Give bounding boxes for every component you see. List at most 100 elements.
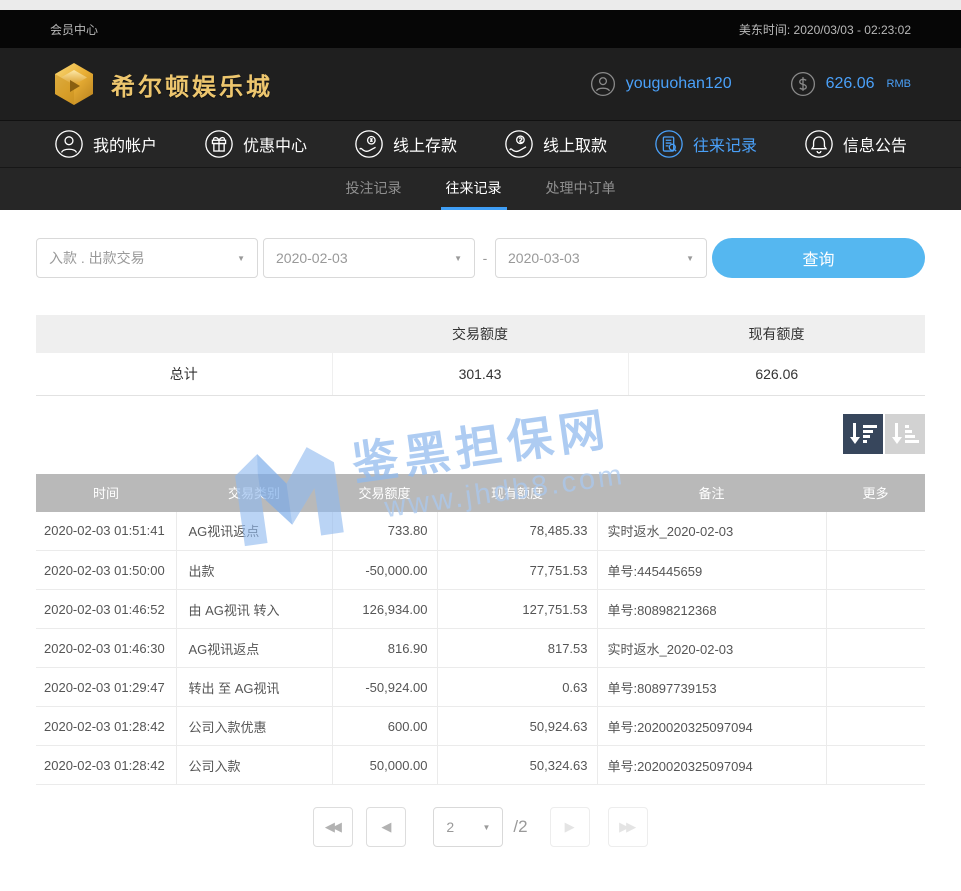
sort-descending-button[interactable]	[843, 414, 883, 454]
sort-descending-icon	[850, 423, 877, 445]
table-row: 2020-02-03 01:50:00出款-50,000.0077,751.53…	[36, 551, 925, 590]
col-header-more: 更多	[826, 474, 925, 512]
cell-remark: 单号:2020020325097094	[597, 707, 826, 746]
main-nav: 我的帐户 优惠中心 线上存款	[0, 120, 961, 167]
cell-balance: 77,751.53	[437, 551, 597, 590]
cell-type: 公司入款	[176, 746, 332, 785]
records-clipboard-icon	[654, 129, 684, 159]
page-total-label: /2	[513, 817, 527, 837]
chevron-down-icon: ▼	[237, 254, 245, 263]
dollar-icon	[790, 71, 816, 97]
transaction-type-value: 入款 . 出款交易	[49, 248, 145, 268]
summary-header-blank	[36, 315, 332, 353]
cell-remark: 实时返水_2020-02-03	[597, 629, 826, 668]
cell-more	[826, 512, 925, 551]
table-row: 2020-02-03 01:51:41AG视讯返点733.8078,485.33…	[36, 512, 925, 551]
nav-label: 我的帐户	[93, 132, 157, 156]
cell-more	[826, 551, 925, 590]
table-row: 2020-02-03 01:46:30AG视讯返点816.90817.53实时返…	[36, 629, 925, 668]
cell-amount: 600.00	[332, 707, 437, 746]
cell-remark: 单号:445445659	[597, 551, 826, 590]
date-from-select[interactable]: 2020-02-03 ▼	[263, 238, 475, 278]
cell-time: 2020-02-03 01:51:41	[36, 512, 176, 551]
tab-transaction-records[interactable]: 往来记录	[441, 168, 507, 210]
brand[interactable]: 希尔顿娱乐城	[50, 60, 273, 108]
username: youguohan120	[626, 75, 732, 93]
tab-label: 处理中订单	[546, 178, 616, 198]
double-left-arrow-icon: ◀◀	[325, 819, 339, 835]
user-circle-icon	[54, 129, 84, 159]
nav-item-announcements[interactable]: 信息公告	[804, 129, 907, 159]
cell-balance: 78,485.33	[437, 512, 597, 551]
nav-label: 优惠中心	[243, 132, 307, 156]
currency-label: RMB	[887, 78, 911, 90]
transactions-table: 时间 交易类别 交易额度 现有额度 备注 更多 2020-02-03 01:51…	[36, 474, 925, 786]
current-page-value: 2	[446, 819, 454, 835]
previous-page-button[interactable]: ◀	[366, 807, 406, 847]
date-to-select[interactable]: 2020-03-03 ▼	[495, 238, 707, 278]
col-header-time: 时间	[36, 474, 176, 512]
cell-balance: 817.53	[437, 629, 597, 668]
col-header-remark: 备注	[597, 474, 826, 512]
cell-remark: 实时返水_2020-02-03	[597, 512, 826, 551]
cell-time: 2020-02-03 01:50:00	[36, 551, 176, 590]
next-page-button[interactable]: ▶	[550, 807, 590, 847]
chevron-down-icon: ▼	[686, 254, 694, 263]
sort-ascending-button[interactable]	[885, 414, 925, 454]
sub-nav: 投注记录 往来记录 处理中订单	[0, 167, 961, 210]
summary-header-balance: 现有额度	[628, 315, 925, 353]
nav-item-my-account[interactable]: 我的帐户	[54, 129, 157, 159]
nav-item-deposit[interactable]: 线上存款	[354, 129, 457, 159]
balance-amount: 626.06	[826, 75, 875, 93]
cell-more	[826, 746, 925, 785]
first-page-button[interactable]: ◀◀	[313, 807, 353, 847]
summary-balance-total: 626.06	[628, 353, 925, 395]
search-button[interactable]: 查询	[712, 238, 925, 278]
table-row: 2020-02-03 01:29:47转出 至 AG视讯-50,924.000.…	[36, 668, 925, 707]
header-account-area: youguohan120 626.06 RMB	[590, 71, 911, 97]
gift-icon	[204, 129, 234, 159]
nav-label: 往来记录	[693, 132, 757, 156]
nav-item-withdraw[interactable]: 线上取款	[504, 129, 607, 159]
cell-balance: 50,324.63	[437, 746, 597, 785]
cell-type: AG视讯返点	[176, 629, 332, 668]
summary-header-trade: 交易额度	[332, 315, 628, 353]
user-chip[interactable]: youguohan120	[590, 71, 732, 97]
right-arrow-icon: ▶	[565, 819, 572, 835]
cell-remark: 单号:2020020325097094	[597, 746, 826, 785]
chevron-down-icon: ▼	[482, 823, 490, 832]
last-page-button[interactable]: ▶▶	[608, 807, 648, 847]
nav-item-promotions[interactable]: 优惠中心	[204, 129, 307, 159]
col-header-balance: 现有额度	[437, 474, 597, 512]
transaction-type-select[interactable]: 入款 . 出款交易 ▼	[36, 238, 258, 278]
col-header-type: 交易类别	[176, 474, 332, 512]
tab-bet-records[interactable]: 投注记录	[341, 168, 407, 210]
summary-total-label: 总计	[36, 353, 332, 395]
nav-item-transactions[interactable]: 往来记录	[654, 129, 757, 159]
cell-balance: 50,924.63	[437, 707, 597, 746]
user-icon	[590, 71, 616, 97]
deposit-hand-coin-icon	[354, 129, 384, 159]
site-header: 希尔顿娱乐城 youguohan120 626.06 RMB	[0, 48, 961, 120]
cell-more	[826, 707, 925, 746]
tab-label: 往来记录	[446, 178, 502, 198]
tab-pending-orders[interactable]: 处理中订单	[541, 168, 621, 210]
filter-bar: 入款 . 出款交易 ▼ 2020-02-03 ▼ - 2020-03-03 ▼ …	[36, 238, 925, 278]
cell-more	[826, 668, 925, 707]
table-row: 2020-02-03 01:46:52由 AG视讯 转入126,934.0012…	[36, 590, 925, 629]
page-select[interactable]: 2 ▼	[433, 807, 503, 847]
cell-type: 公司入款优惠	[176, 707, 332, 746]
cell-balance: 0.63	[437, 668, 597, 707]
double-right-arrow-icon: ▶▶	[619, 819, 633, 835]
nav-label: 信息公告	[843, 132, 907, 156]
main-content: 入款 . 出款交易 ▼ 2020-02-03 ▼ - 2020-03-03 ▼ …	[0, 238, 961, 847]
balance-chip[interactable]: 626.06 RMB	[790, 71, 911, 97]
brand-logo-icon	[50, 60, 98, 108]
cell-balance: 127,751.53	[437, 590, 597, 629]
nav-label: 线上存款	[393, 132, 457, 156]
cell-type: 由 AG视讯 转入	[176, 590, 332, 629]
cell-more	[826, 629, 925, 668]
cell-more	[826, 590, 925, 629]
cell-type: AG视讯返点	[176, 512, 332, 551]
tab-label: 投注记录	[346, 178, 402, 198]
